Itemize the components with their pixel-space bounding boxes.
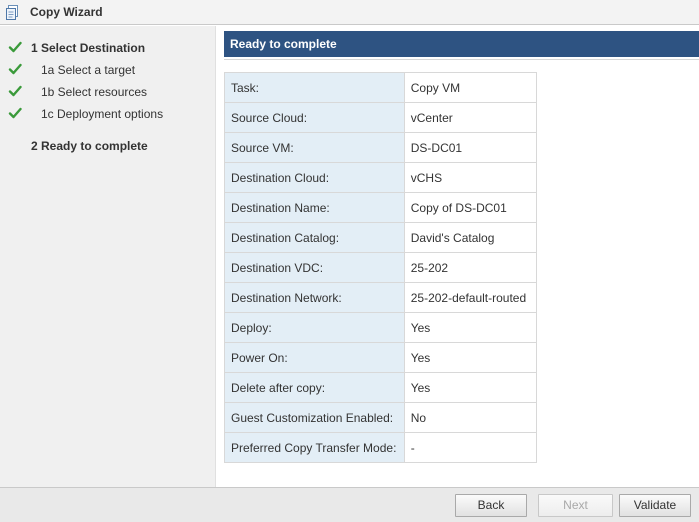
summary-table: Task: Copy VM Source Cloud: vCenter Source…: [224, 72, 538, 463]
table-row: Guest Customization Enabled: No: [224, 402, 538, 433]
row-key: Power On:: [224, 342, 405, 373]
table-row: Deploy: Yes: [224, 312, 538, 343]
row-key: Destination VDC:: [224, 252, 405, 283]
table-row: Destination Network: 25-202-default-route…: [224, 282, 538, 313]
row-key: Source Cloud:: [224, 102, 405, 133]
row-value: -: [403, 432, 538, 463]
row-key: Delete after copy:: [224, 372, 405, 403]
window-title: Copy Wizard: [30, 5, 103, 19]
row-value: Yes: [403, 342, 538, 373]
row-key: Destination Cloud:: [224, 162, 405, 193]
checkmark-icon: [8, 84, 24, 100]
wizard-footer: Back Next Validate: [0, 487, 699, 522]
step-label: 1a Select a target: [41, 63, 136, 77]
row-key: Guest Customization Enabled:: [224, 402, 405, 433]
row-key: Preferred Copy Transfer Mode:: [224, 432, 405, 463]
row-value: Yes: [403, 372, 538, 403]
table-row: Power On: Yes: [224, 342, 538, 373]
title-bar: Copy Wizard: [0, 0, 699, 25]
table-row: Delete after copy: Yes: [224, 372, 538, 403]
row-value: 25-202-default-routed: [403, 282, 538, 313]
row-key: Source VM:: [224, 132, 405, 163]
checkmark-icon: [8, 106, 24, 122]
row-value: DS-DC01: [403, 132, 538, 163]
validate-button[interactable]: Validate: [619, 494, 691, 517]
row-value: Copy VM: [403, 72, 538, 103]
table-row: Source Cloud: vCenter: [224, 102, 538, 133]
checkmark-icon: [8, 40, 24, 56]
row-key: Destination Network:: [224, 282, 405, 313]
checkmark-icon: [8, 62, 24, 78]
row-key: Task:: [224, 72, 405, 103]
table-row: Destination Name: Copy of DS-DC01: [224, 192, 538, 223]
table-row: Source VM: DS-DC01: [224, 132, 538, 163]
row-key: Destination Name:: [224, 192, 405, 223]
row-value: vCHS: [403, 162, 538, 193]
row-value: David's Catalog: [403, 222, 538, 253]
table-row: Task: Copy VM: [224, 72, 538, 103]
table-row: Destination Catalog: David's Catalog: [224, 222, 538, 253]
page-title: Ready to complete: [224, 31, 699, 57]
step-label: 1c Deployment options: [41, 107, 164, 121]
row-value: Copy of DS-DC01: [403, 192, 538, 223]
row-value: 25-202: [403, 252, 538, 283]
back-button[interactable]: Back: [455, 494, 527, 517]
wizard-steps-sidebar: 1 Select Destination 1a Select a target …: [0, 26, 216, 487]
step-label: 1b Select resources: [41, 85, 148, 99]
divider: [224, 59, 699, 60]
row-key: Destination Catalog:: [224, 222, 405, 253]
copy-document-icon: [4, 4, 21, 21]
main-panel: Ready to complete Task: Copy VM Source Cl…: [217, 26, 699, 487]
step-label: 1 Select Destination: [31, 41, 146, 55]
table-row: Preferred Copy Transfer Mode: -: [224, 432, 538, 463]
row-value: No: [403, 402, 538, 433]
table-row: Destination Cloud: vCHS: [224, 162, 538, 193]
row-key: Deploy:: [224, 312, 405, 343]
step-label: 2 Ready to complete: [31, 139, 148, 153]
next-button[interactable]: Next: [538, 494, 613, 517]
row-value: Yes: [403, 312, 538, 343]
row-value: vCenter: [403, 102, 538, 133]
table-row: Destination VDC: 25-202: [224, 252, 538, 283]
